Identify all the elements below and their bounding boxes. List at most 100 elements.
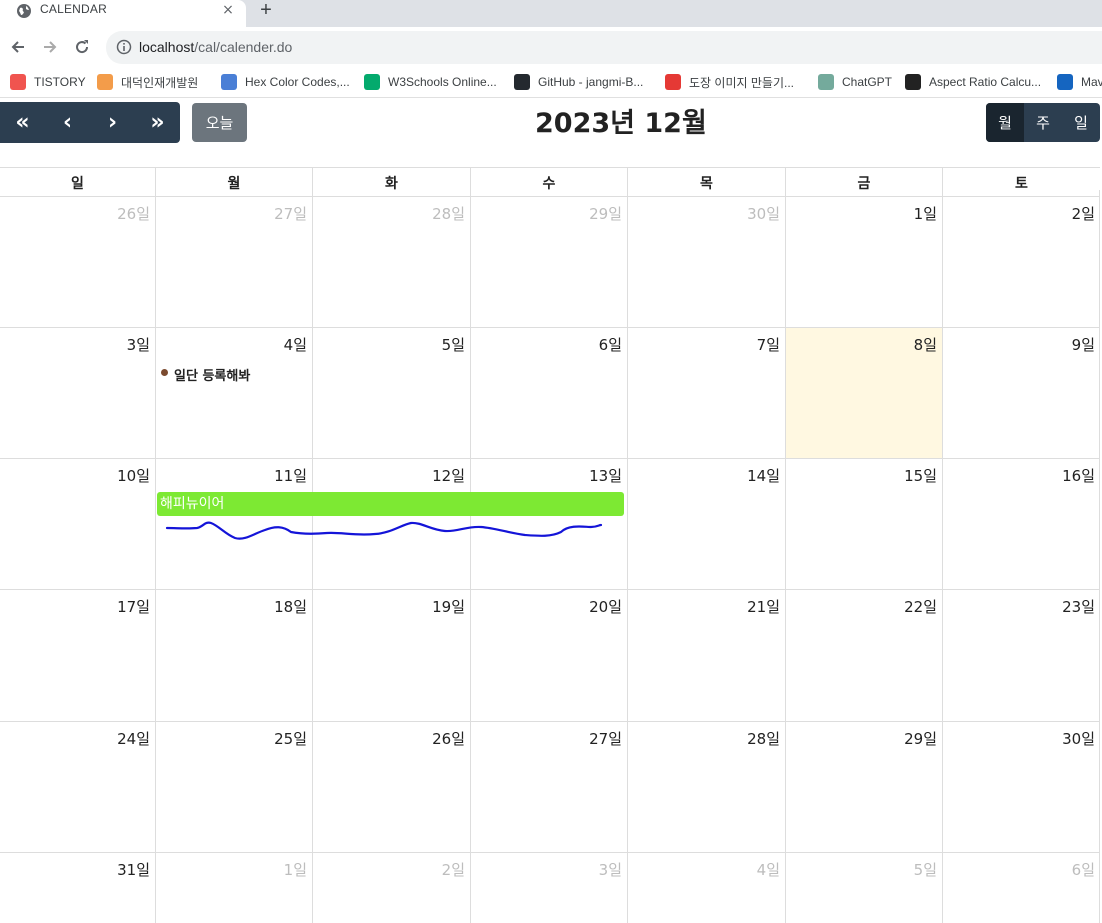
day-number[interactable]: 17일	[117, 596, 150, 617]
day-cell[interactable]: 27일	[470, 722, 627, 853]
day-cell[interactable]: 29일	[470, 197, 627, 328]
day-cell[interactable]: 18일	[155, 590, 312, 722]
day-number[interactable]: 24일	[117, 728, 150, 749]
day-cell[interactable]: 25일	[155, 722, 312, 853]
day-number[interactable]: 3일	[127, 334, 150, 355]
day-cell[interactable]: 15일	[785, 459, 942, 590]
next-month-button[interactable]: ›	[90, 102, 135, 143]
day-cell[interactable]: 22일	[785, 590, 942, 722]
info-icon[interactable]	[116, 39, 132, 55]
day-number[interactable]: 30일	[1062, 728, 1095, 749]
prev-year-button[interactable]: «	[0, 102, 45, 143]
day-number[interactable]: 25일	[274, 728, 307, 749]
back-arrow-icon[interactable]	[8, 37, 28, 57]
forward-arrow-icon[interactable]	[40, 37, 60, 57]
bookmark-stamp-maker[interactable]: 도장 이미지 만들기...	[665, 73, 794, 91]
event-bar[interactable]: 해피뉴이어	[157, 492, 624, 516]
day-cell[interactable]: 2일	[312, 853, 470, 923]
url-text[interactable]: localhost/cal/calender.do	[139, 39, 292, 55]
event-title[interactable]: 일단 등록해봐	[174, 365, 250, 384]
day-cell[interactable]: 1일	[155, 853, 312, 923]
day-cell[interactable]: 30일	[627, 197, 785, 328]
day-number[interactable]: 26일	[432, 728, 465, 749]
day-number[interactable]: 20일	[589, 596, 622, 617]
day-cell[interactable]: 24일	[0, 722, 155, 853]
day-cell[interactable]: 19일	[312, 590, 470, 722]
day-cell[interactable]: 14일	[627, 459, 785, 590]
next-year-button[interactable]: »	[135, 102, 180, 143]
day-cell[interactable]: 5일	[785, 853, 942, 923]
day-view-button[interactable]: 일	[1062, 103, 1100, 142]
day-number[interactable]: 16일	[1062, 465, 1095, 486]
day-number[interactable]: 30일	[747, 203, 780, 224]
bookmark-aspect-ratio[interactable]: Aspect Ratio Calcu...	[905, 73, 1041, 91]
day-cell[interactable]: 21일	[627, 590, 785, 722]
day-cell-today[interactable]: 8일	[785, 328, 942, 459]
day-cell[interactable]: 10일	[0, 459, 155, 590]
day-number[interactable]: 27일	[274, 203, 307, 224]
day-cell[interactable]: 1일	[785, 197, 942, 328]
day-cell[interactable]: 6일	[470, 328, 627, 459]
day-number[interactable]: 2일	[442, 859, 465, 880]
day-number[interactable]: 14일	[747, 465, 780, 486]
day-number[interactable]: 2일	[1072, 203, 1095, 224]
day-number[interactable]: 5일	[442, 334, 465, 355]
today-button[interactable]: 오늘	[192, 103, 247, 142]
day-number[interactable]: 9일	[1072, 334, 1095, 355]
day-number[interactable]: 6일	[1072, 859, 1095, 880]
bookmark-w3schools[interactable]: W3Schools Online...	[364, 73, 497, 91]
day-cell[interactable]: 2일	[942, 197, 1100, 328]
day-cell[interactable]: 9일	[942, 328, 1100, 459]
day-number[interactable]: 13일	[589, 465, 622, 486]
day-number[interactable]: 15일	[904, 465, 937, 486]
day-cell[interactable]: 17일	[0, 590, 155, 722]
day-number[interactable]: 6일	[599, 334, 622, 355]
bookmark-daedeok[interactable]: 대덕인재개발원	[97, 73, 198, 91]
day-cell[interactable]: 26일	[0, 197, 155, 328]
day-cell[interactable]: 6일	[942, 853, 1100, 923]
day-number[interactable]: 8일	[914, 334, 937, 355]
week-view-button[interactable]: 주	[1024, 103, 1062, 142]
bookmark-tistory[interactable]: TISTORY	[10, 73, 86, 91]
new-tab-button[interactable]: +	[257, 0, 275, 20]
close-icon[interactable]: ×	[220, 2, 236, 18]
month-view-button[interactable]: 월	[986, 103, 1024, 142]
bookmark-hex-color-codes[interactable]: Hex Color Codes,...	[221, 73, 350, 91]
day-number[interactable]: 1일	[284, 859, 307, 880]
day-number[interactable]: 23일	[1062, 596, 1095, 617]
day-number[interactable]: 5일	[914, 859, 937, 880]
reload-icon[interactable]	[72, 37, 92, 57]
browser-tab[interactable]	[0, 0, 246, 27]
day-number[interactable]: 4일	[284, 334, 307, 355]
day-number[interactable]: 29일	[904, 728, 937, 749]
day-number[interactable]: 4일	[757, 859, 780, 880]
day-cell[interactable]: 4일	[155, 328, 312, 459]
day-cell[interactable]: 28일	[312, 197, 470, 328]
bookmark-github[interactable]: GitHub - jangmi-B...	[514, 73, 643, 91]
day-cell[interactable]: 30일	[942, 722, 1100, 853]
day-cell[interactable]: 28일	[627, 722, 785, 853]
day-number[interactable]: 18일	[274, 596, 307, 617]
day-cell[interactable]: 7일	[627, 328, 785, 459]
day-cell[interactable]: 29일	[785, 722, 942, 853]
day-number[interactable]: 3일	[599, 859, 622, 880]
bookmark-mav[interactable]: Mav	[1057, 73, 1102, 91]
day-cell[interactable]: 31일	[0, 853, 155, 923]
day-number[interactable]: 11일	[274, 465, 307, 486]
day-number[interactable]: 7일	[757, 334, 780, 355]
day-cell[interactable]: 27일	[155, 197, 312, 328]
day-cell[interactable]: 3일	[470, 853, 627, 923]
day-cell[interactable]: 23일	[942, 590, 1100, 722]
prev-month-button[interactable]: ‹	[45, 102, 90, 143]
day-number[interactable]: 27일	[589, 728, 622, 749]
day-number[interactable]: 28일	[747, 728, 780, 749]
day-cell[interactable]: 20일	[470, 590, 627, 722]
day-cell[interactable]: 4일	[627, 853, 785, 923]
day-cell[interactable]: 5일	[312, 328, 470, 459]
day-number[interactable]: 19일	[432, 596, 465, 617]
day-number[interactable]: 26일	[117, 203, 150, 224]
day-cell[interactable]: 3일	[0, 328, 155, 459]
day-number[interactable]: 10일	[117, 465, 150, 486]
day-number[interactable]: 29일	[589, 203, 622, 224]
day-number[interactable]: 12일	[432, 465, 465, 486]
